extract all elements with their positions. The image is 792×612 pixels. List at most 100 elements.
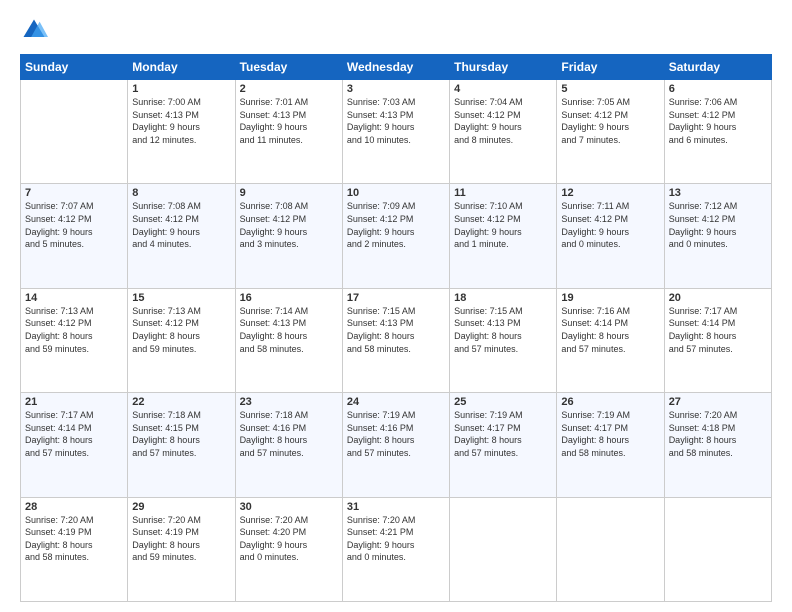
- week-row-2: 7Sunrise: 7:07 AM Sunset: 4:12 PM Daylig…: [21, 184, 772, 288]
- calendar-cell: 24Sunrise: 7:19 AM Sunset: 4:16 PM Dayli…: [342, 393, 449, 497]
- calendar-cell: 22Sunrise: 7:18 AM Sunset: 4:15 PM Dayli…: [128, 393, 235, 497]
- day-info: Sunrise: 7:03 AM Sunset: 4:13 PM Dayligh…: [347, 96, 445, 146]
- day-info: Sunrise: 7:20 AM Sunset: 4:20 PM Dayligh…: [240, 514, 338, 564]
- day-number: 14: [25, 292, 123, 304]
- day-number: 12: [561, 187, 659, 199]
- day-number: 1: [132, 83, 230, 95]
- day-info: Sunrise: 7:20 AM Sunset: 4:19 PM Dayligh…: [25, 514, 123, 564]
- day-number: 28: [25, 501, 123, 513]
- day-number: 24: [347, 396, 445, 408]
- day-number: 6: [669, 83, 767, 95]
- day-info: Sunrise: 7:20 AM Sunset: 4:21 PM Dayligh…: [347, 514, 445, 564]
- day-info: Sunrise: 7:17 AM Sunset: 4:14 PM Dayligh…: [25, 409, 123, 459]
- calendar-cell: 27Sunrise: 7:20 AM Sunset: 4:18 PM Dayli…: [664, 393, 771, 497]
- calendar-cell: 25Sunrise: 7:19 AM Sunset: 4:17 PM Dayli…: [450, 393, 557, 497]
- day-info: Sunrise: 7:18 AM Sunset: 4:16 PM Dayligh…: [240, 409, 338, 459]
- calendar-cell: 28Sunrise: 7:20 AM Sunset: 4:19 PM Dayli…: [21, 497, 128, 601]
- day-number: 27: [669, 396, 767, 408]
- header: [20, 16, 772, 44]
- day-info: Sunrise: 7:12 AM Sunset: 4:12 PM Dayligh…: [669, 200, 767, 250]
- day-info: Sunrise: 7:20 AM Sunset: 4:19 PM Dayligh…: [132, 514, 230, 564]
- weekday-sunday: Sunday: [21, 55, 128, 80]
- calendar-cell: 15Sunrise: 7:13 AM Sunset: 4:12 PM Dayli…: [128, 288, 235, 392]
- day-info: Sunrise: 7:06 AM Sunset: 4:12 PM Dayligh…: [669, 96, 767, 146]
- calendar-cell: 12Sunrise: 7:11 AM Sunset: 4:12 PM Dayli…: [557, 184, 664, 288]
- calendar-cell: 30Sunrise: 7:20 AM Sunset: 4:20 PM Dayli…: [235, 497, 342, 601]
- logo-icon: [20, 16, 48, 44]
- calendar-cell: 29Sunrise: 7:20 AM Sunset: 4:19 PM Dayli…: [128, 497, 235, 601]
- calendar-cell: 17Sunrise: 7:15 AM Sunset: 4:13 PM Dayli…: [342, 288, 449, 392]
- calendar-cell: 31Sunrise: 7:20 AM Sunset: 4:21 PM Dayli…: [342, 497, 449, 601]
- calendar-cell: 7Sunrise: 7:07 AM Sunset: 4:12 PM Daylig…: [21, 184, 128, 288]
- weekday-monday: Monday: [128, 55, 235, 80]
- calendar-cell: 18Sunrise: 7:15 AM Sunset: 4:13 PM Dayli…: [450, 288, 557, 392]
- calendar-cell: 1Sunrise: 7:00 AM Sunset: 4:13 PM Daylig…: [128, 80, 235, 184]
- calendar-cell: [21, 80, 128, 184]
- calendar-cell: 11Sunrise: 7:10 AM Sunset: 4:12 PM Dayli…: [450, 184, 557, 288]
- day-info: Sunrise: 7:19 AM Sunset: 4:17 PM Dayligh…: [454, 409, 552, 459]
- calendar-cell: 16Sunrise: 7:14 AM Sunset: 4:13 PM Dayli…: [235, 288, 342, 392]
- day-number: 5: [561, 83, 659, 95]
- week-row-5: 28Sunrise: 7:20 AM Sunset: 4:19 PM Dayli…: [21, 497, 772, 601]
- weekday-header-row: SundayMondayTuesdayWednesdayThursdayFrid…: [21, 55, 772, 80]
- calendar-cell: 3Sunrise: 7:03 AM Sunset: 4:13 PM Daylig…: [342, 80, 449, 184]
- calendar: SundayMondayTuesdayWednesdayThursdayFrid…: [20, 54, 772, 602]
- day-info: Sunrise: 7:05 AM Sunset: 4:12 PM Dayligh…: [561, 96, 659, 146]
- day-number: 3: [347, 83, 445, 95]
- day-info: Sunrise: 7:07 AM Sunset: 4:12 PM Dayligh…: [25, 200, 123, 250]
- day-info: Sunrise: 7:04 AM Sunset: 4:12 PM Dayligh…: [454, 96, 552, 146]
- calendar-cell: 21Sunrise: 7:17 AM Sunset: 4:14 PM Dayli…: [21, 393, 128, 497]
- calendar-cell: 2Sunrise: 7:01 AM Sunset: 4:13 PM Daylig…: [235, 80, 342, 184]
- weekday-thursday: Thursday: [450, 55, 557, 80]
- week-row-4: 21Sunrise: 7:17 AM Sunset: 4:14 PM Dayli…: [21, 393, 772, 497]
- day-number: 20: [669, 292, 767, 304]
- calendar-cell: [557, 497, 664, 601]
- week-row-3: 14Sunrise: 7:13 AM Sunset: 4:12 PM Dayli…: [21, 288, 772, 392]
- day-number: 13: [669, 187, 767, 199]
- day-info: Sunrise: 7:08 AM Sunset: 4:12 PM Dayligh…: [240, 200, 338, 250]
- weekday-wednesday: Wednesday: [342, 55, 449, 80]
- logo: [20, 16, 52, 44]
- calendar-cell: [664, 497, 771, 601]
- day-number: 21: [25, 396, 123, 408]
- day-number: 8: [132, 187, 230, 199]
- weekday-tuesday: Tuesday: [235, 55, 342, 80]
- day-number: 16: [240, 292, 338, 304]
- day-number: 4: [454, 83, 552, 95]
- week-row-1: 1Sunrise: 7:00 AM Sunset: 4:13 PM Daylig…: [21, 80, 772, 184]
- calendar-cell: 19Sunrise: 7:16 AM Sunset: 4:14 PM Dayli…: [557, 288, 664, 392]
- day-info: Sunrise: 7:20 AM Sunset: 4:18 PM Dayligh…: [669, 409, 767, 459]
- calendar-cell: [450, 497, 557, 601]
- day-number: 29: [132, 501, 230, 513]
- calendar-cell: 8Sunrise: 7:08 AM Sunset: 4:12 PM Daylig…: [128, 184, 235, 288]
- day-number: 10: [347, 187, 445, 199]
- day-info: Sunrise: 7:09 AM Sunset: 4:12 PM Dayligh…: [347, 200, 445, 250]
- calendar-cell: 13Sunrise: 7:12 AM Sunset: 4:12 PM Dayli…: [664, 184, 771, 288]
- day-info: Sunrise: 7:15 AM Sunset: 4:13 PM Dayligh…: [454, 305, 552, 355]
- day-info: Sunrise: 7:01 AM Sunset: 4:13 PM Dayligh…: [240, 96, 338, 146]
- calendar-cell: 10Sunrise: 7:09 AM Sunset: 4:12 PM Dayli…: [342, 184, 449, 288]
- calendar-cell: 6Sunrise: 7:06 AM Sunset: 4:12 PM Daylig…: [664, 80, 771, 184]
- day-number: 11: [454, 187, 552, 199]
- day-number: 17: [347, 292, 445, 304]
- day-number: 23: [240, 396, 338, 408]
- page: SundayMondayTuesdayWednesdayThursdayFrid…: [0, 0, 792, 612]
- day-number: 30: [240, 501, 338, 513]
- day-number: 18: [454, 292, 552, 304]
- day-info: Sunrise: 7:11 AM Sunset: 4:12 PM Dayligh…: [561, 200, 659, 250]
- weekday-friday: Friday: [557, 55, 664, 80]
- day-info: Sunrise: 7:00 AM Sunset: 4:13 PM Dayligh…: [132, 96, 230, 146]
- day-info: Sunrise: 7:13 AM Sunset: 4:12 PM Dayligh…: [25, 305, 123, 355]
- calendar-cell: 23Sunrise: 7:18 AM Sunset: 4:16 PM Dayli…: [235, 393, 342, 497]
- day-number: 19: [561, 292, 659, 304]
- calendar-cell: 4Sunrise: 7:04 AM Sunset: 4:12 PM Daylig…: [450, 80, 557, 184]
- weekday-saturday: Saturday: [664, 55, 771, 80]
- calendar-cell: 14Sunrise: 7:13 AM Sunset: 4:12 PM Dayli…: [21, 288, 128, 392]
- day-number: 15: [132, 292, 230, 304]
- day-number: 31: [347, 501, 445, 513]
- day-info: Sunrise: 7:16 AM Sunset: 4:14 PM Dayligh…: [561, 305, 659, 355]
- calendar-cell: 5Sunrise: 7:05 AM Sunset: 4:12 PM Daylig…: [557, 80, 664, 184]
- day-info: Sunrise: 7:13 AM Sunset: 4:12 PM Dayligh…: [132, 305, 230, 355]
- calendar-cell: 20Sunrise: 7:17 AM Sunset: 4:14 PM Dayli…: [664, 288, 771, 392]
- day-info: Sunrise: 7:19 AM Sunset: 4:17 PM Dayligh…: [561, 409, 659, 459]
